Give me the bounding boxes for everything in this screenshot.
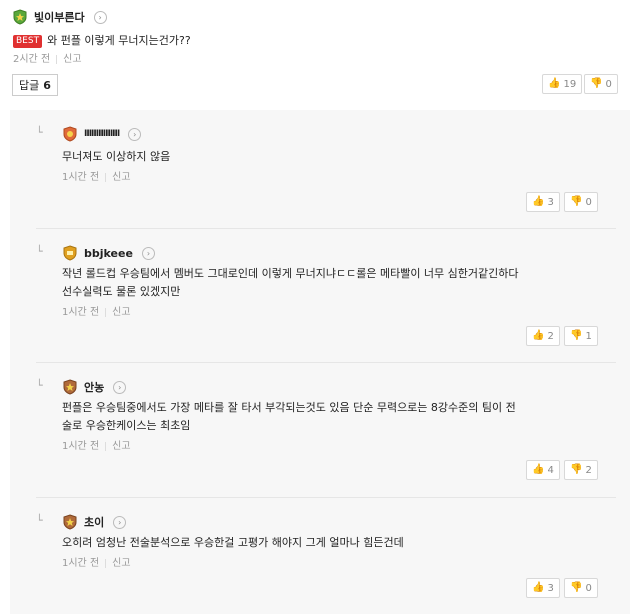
meta-divider	[105, 558, 107, 568]
reply-text-line: 오히려 엄청난 전술분석으로 우승한걸 고평가 해야지 그게 얼마나 힘든건데	[62, 536, 404, 549]
thumbs-up-icon: 👍	[548, 78, 561, 89]
reply-time: 1시간 전	[62, 558, 100, 569]
reply-author-row: 안농 ›	[62, 379, 127, 395]
thumbs-down-icon: 👎	[570, 330, 583, 341]
reply-like-button[interactable]: 👍 2	[526, 326, 560, 346]
thumbs-down-icon: 👎	[570, 582, 583, 593]
chevron-right-icon[interactable]: ›	[128, 127, 142, 141]
reply-divider	[36, 362, 616, 363]
reply-like-button[interactable]: 👍 3	[526, 578, 560, 598]
report-link[interactable]: 신고	[63, 54, 81, 65]
post-meta: 2시간 전 신고	[13, 50, 82, 65]
reply-time: 1시간 전	[62, 307, 100, 318]
reply-dislike-count: 1	[585, 330, 592, 342]
post-author-row: 빛이부른다 ›	[12, 9, 107, 25]
reply-label: 답글	[19, 79, 40, 92]
post-like-button[interactable]: 👍 19	[542, 74, 583, 94]
reply-text: 작년 롤드컵 우승팀에서 멤버도 그대로인데 이렇게 무너지냐ㄷㄷ롤은 메타빨이…	[62, 265, 622, 301]
reply-divider	[36, 497, 616, 498]
thumbs-up-icon: 👍	[532, 582, 545, 593]
reply-time: 1시간 전	[62, 441, 100, 452]
meta-divider	[105, 172, 107, 182]
rank-badge-icon	[63, 514, 77, 530]
meta-divider	[105, 307, 107, 317]
chevron-right-icon[interactable]: ›	[93, 10, 107, 24]
reply-dislike-button[interactable]: 👎 0	[564, 192, 598, 212]
thumbs-down-icon: 👎	[570, 464, 583, 475]
post-author-name[interactable]: 빛이부른다	[34, 9, 85, 25]
report-link[interactable]: 신고	[112, 172, 130, 183]
reply-dislike-count: 2	[585, 464, 592, 476]
reply-like-button[interactable]: 👍 3	[526, 192, 560, 212]
reply-author-row: bbjkeee ›	[62, 245, 155, 261]
reply-toggle-button[interactable]: 답글 6	[12, 74, 58, 96]
reply-text: 무너져도 이상하지 않음	[62, 148, 170, 166]
reply-author-name[interactable]: 안농	[84, 379, 104, 395]
reply-like-count: 3	[547, 196, 554, 208]
list-item: └ 초이 › 오히려 엄청난 전술분석으로 우승한걸 고평가 해야지 그게 얼마…	[36, 514, 626, 609]
rank-badge-icon	[13, 9, 27, 25]
reply-arrow-icon: └	[36, 514, 43, 527]
reply-dislike-button[interactable]: 👎 0	[564, 578, 598, 598]
reply-text-line: 선수실력도 물론 있겠지만	[62, 285, 181, 298]
reply-arrow-icon: └	[36, 379, 43, 392]
reply-meta: 1시간 전 신고	[62, 554, 131, 569]
reply-author-name[interactable]: bbjkeee	[84, 247, 133, 260]
thumbs-up-icon: 👍	[532, 196, 545, 207]
reply-time: 1시간 전	[62, 172, 100, 183]
rank-badge-icon	[63, 126, 77, 142]
thumbs-up-icon: 👍	[532, 330, 545, 341]
reply-text-line: 펀플은 우승팀중에서도 가장 메타를 잘 타서 부각되는것도 있음 단순 무력으…	[62, 401, 516, 414]
reply-arrow-icon: └	[36, 126, 43, 139]
thumbs-down-icon: 👎	[570, 196, 583, 207]
reply-divider	[36, 228, 616, 229]
list-item: └ bbjkeee › 작년 롤드컵 우승팀에서 멤버도 그대로인데 이렇게 무…	[36, 245, 626, 355]
reply-meta: 1시간 전 신고	[62, 437, 131, 452]
list-item: └ IIIIIIIIIIIIIII › 무너져도 이상하지 않음 1시간 전 신고…	[36, 126, 626, 226]
post-dislike-button[interactable]: 👎 0	[584, 74, 618, 94]
reply-like-count: 2	[547, 330, 554, 342]
chevron-right-icon[interactable]: ›	[113, 380, 127, 394]
post-title: 와 펀플 이렇게 무너지는건가??	[47, 34, 191, 47]
reply-author-row: IIIIIIIIIIIIIII ›	[62, 126, 142, 142]
reply-meta: 1시간 전 신고	[62, 168, 131, 183]
rank-badge-icon	[63, 379, 77, 395]
meta-divider	[105, 441, 107, 451]
post-like-count: 19	[563, 78, 577, 90]
post-dislike-count: 0	[605, 78, 612, 90]
reply-dislike-button[interactable]: 👎 2	[564, 460, 598, 480]
meta-divider	[56, 54, 58, 64]
reply-text: 펀플은 우승팀중에서도 가장 메타를 잘 타서 부각되는것도 있음 단순 무력으…	[62, 399, 622, 435]
reply-like-count: 4	[547, 464, 554, 476]
reply-author-name[interactable]: IIIIIIIIIIIIIII	[84, 129, 120, 139]
chevron-right-icon[interactable]: ›	[113, 515, 127, 529]
best-badge: BEST	[13, 34, 43, 48]
reply-like-button[interactable]: 👍 4	[526, 460, 560, 480]
reply-dislike-count: 0	[585, 582, 592, 594]
reply-text-line: 술로 우승한케이스는 최초임	[62, 419, 191, 432]
reply-text-line: 작년 롤드컵 우승팀에서 멤버도 그대로인데 이렇게 무너지냐ㄷㄷ롤은 메타빨이…	[62, 267, 519, 280]
reply-arrow-icon: └	[36, 245, 43, 258]
reply-text: 오히려 엄청난 전술분석으로 우승한걸 고평가 해야지 그게 얼마나 힘든건데	[62, 534, 622, 552]
list-item: └ 안농 › 펀플은 우승팀중에서도 가장 메타를 잘 타서 부각되는것도 있음…	[36, 379, 626, 489]
reply-dislike-button[interactable]: 👎 1	[564, 326, 598, 346]
post-title-row: BEST 와 펀플 이렇게 무너지는건가??	[13, 32, 191, 50]
rank-badge-icon	[63, 245, 77, 261]
reply-count: 6	[43, 78, 51, 92]
report-link[interactable]: 신고	[112, 307, 130, 318]
reply-author-name[interactable]: 초이	[84, 514, 104, 530]
reply-author-row: 초이 ›	[62, 514, 127, 530]
post-time: 2시간 전	[13, 54, 51, 65]
chevron-right-icon[interactable]: ›	[141, 246, 155, 260]
reply-meta: 1시간 전 신고	[62, 303, 131, 318]
report-link[interactable]: 신고	[112, 558, 130, 569]
thumbs-up-icon: 👍	[532, 464, 545, 475]
reply-dislike-count: 0	[585, 196, 592, 208]
reply-like-count: 3	[547, 582, 554, 594]
reply-text-line: 무너져도 이상하지 않음	[62, 150, 171, 163]
report-link[interactable]: 신고	[112, 441, 130, 452]
thumbs-down-icon: 👎	[590, 78, 603, 89]
